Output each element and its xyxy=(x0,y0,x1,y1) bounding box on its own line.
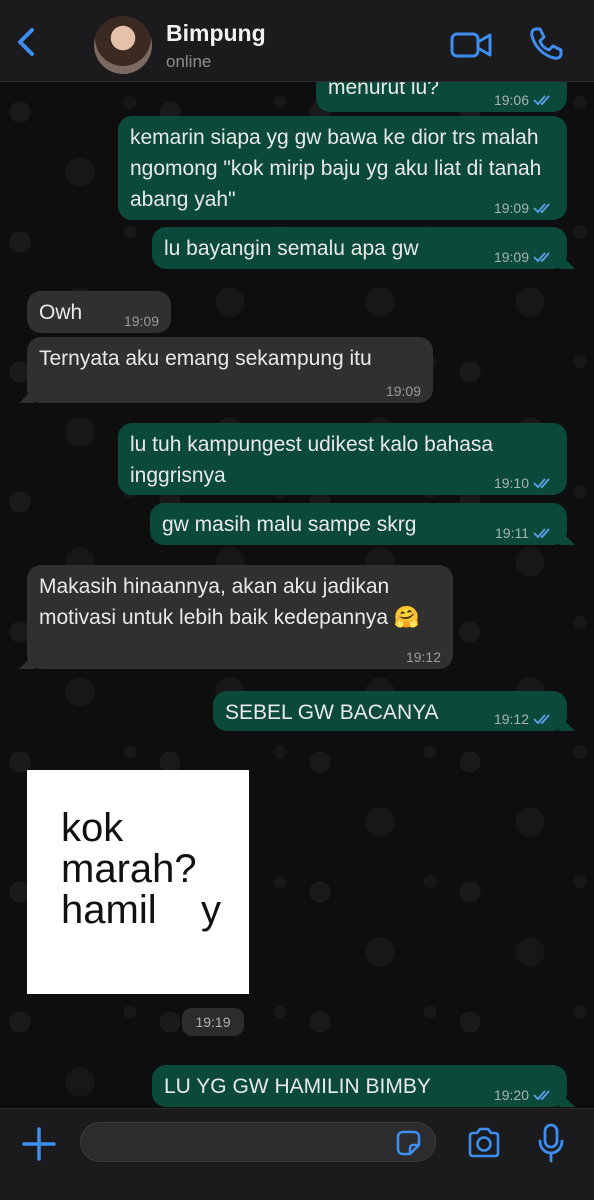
message-time: 19:20 xyxy=(493,1087,529,1103)
message-meta: 19:20 xyxy=(494,1087,555,1103)
message-meta: 19:09 xyxy=(494,200,555,216)
sticker-icon[interactable] xyxy=(394,1129,422,1157)
microphone-icon[interactable] xyxy=(538,1123,564,1163)
message-text: SEBEL GW BACANYA xyxy=(225,701,439,724)
double-check-icon xyxy=(533,528,550,539)
message-bubble-outgoing[interactable]: SEBEL GW BACANYA 19:12 xyxy=(213,691,575,731)
message-text: lu bayangin semalu apa gw xyxy=(164,237,419,260)
message-time: 19:11 xyxy=(495,525,529,541)
message-time: 19:09 xyxy=(493,249,529,265)
message-input[interactable] xyxy=(80,1122,436,1162)
bubble-tail xyxy=(19,653,35,669)
message-time: 19:09 xyxy=(385,383,421,399)
message-meta: 19:09 xyxy=(124,313,159,329)
message-meta: 19:09 xyxy=(494,249,555,265)
chat-header: Bimpung online xyxy=(0,0,594,82)
message-text: Ternyata aku emang sekampung itu xyxy=(39,347,372,370)
message-bubble-incoming[interactable]: Owh 19:09 xyxy=(27,291,171,333)
message-time: 19:09 xyxy=(123,313,159,329)
message-time: 19:12 xyxy=(493,711,529,727)
message-bubble-incoming[interactable]: Ternyata aku emang sekampung itu 19:09 xyxy=(19,337,433,403)
bubble-tail xyxy=(19,387,35,403)
message-meta: 19:10 xyxy=(494,475,555,491)
message-text: LU YG GW HAMILIN BIMBY xyxy=(164,1075,431,1098)
message-bubble-outgoing[interactable]: LU YG GW HAMILIN BIMBY 19:20 xyxy=(152,1065,575,1107)
message-meta: 19:06 xyxy=(494,92,555,108)
contact-status: online xyxy=(166,52,212,71)
message-meta: 19:09 xyxy=(386,383,421,399)
message-list[interactable]: menurut lu? 19:06 kemarin siapa yg gw ba… xyxy=(0,82,594,1108)
message-text: lu tuh kampungest udikest kalo bahasa in… xyxy=(130,433,494,487)
double-check-icon xyxy=(533,95,550,106)
message-meta: 19:12 xyxy=(406,649,441,665)
sticker-caption: kok marah? hamil y xyxy=(61,806,222,932)
message-bubble-outgoing[interactable]: lu tuh kampungest udikest kalo bahasa in… xyxy=(118,423,567,495)
message-time: 19:06 xyxy=(493,92,529,108)
phone-icon[interactable] xyxy=(528,26,564,62)
message-bubble-outgoing[interactable]: gw masih malu sampe skrg 19:11 xyxy=(150,503,575,545)
message-time: 19:10 xyxy=(493,475,529,491)
message-text: gw masih malu sampe skrg xyxy=(162,513,417,536)
message-text: menurut lu? xyxy=(328,82,439,99)
contact-name[interactable]: Bimpung xyxy=(166,20,266,47)
message-time: 19:09 xyxy=(493,200,529,216)
message-text: kemarin siapa yg gw bawa ke dior trs mal… xyxy=(130,126,542,211)
plus-icon[interactable] xyxy=(20,1125,58,1163)
message-text: Owh xyxy=(39,301,83,324)
double-check-icon xyxy=(533,478,550,489)
camera-icon[interactable] xyxy=(466,1127,502,1159)
message-bubble-outgoing[interactable]: menurut lu? 19:06 xyxy=(316,82,567,112)
composer-bar xyxy=(0,1108,594,1200)
double-check-icon xyxy=(533,252,550,263)
message-bubble-outgoing[interactable]: lu bayangin semalu apa gw 19:09 xyxy=(152,227,575,269)
message-bubble-outgoing[interactable]: kemarin siapa yg gw bawa ke dior trs mal… xyxy=(118,116,567,220)
chevron-left-icon[interactable] xyxy=(10,22,42,62)
bubble-tail xyxy=(559,715,575,731)
avatar[interactable] xyxy=(94,16,152,74)
bubble-tail xyxy=(559,529,575,545)
message-text: Makasih hinaannya, akan aku jadikan moti… xyxy=(39,575,421,629)
message-meta: 19:12 xyxy=(494,711,555,727)
video-camera-icon[interactable] xyxy=(450,30,492,60)
message-time: 19:12 xyxy=(405,649,441,665)
sticker-image[interactable]: kok marah? hamil y xyxy=(27,770,249,994)
double-check-icon xyxy=(533,203,550,214)
message-bubble-incoming[interactable]: Makasih hinaannya, akan aku jadikan moti… xyxy=(19,565,453,669)
double-check-icon xyxy=(533,1090,550,1101)
bubble-tail xyxy=(559,253,575,269)
double-check-icon xyxy=(533,714,550,725)
bubble-tail xyxy=(559,1091,575,1107)
message-meta: 19:11 xyxy=(495,525,555,541)
sticker-time: 19:19 xyxy=(182,1008,244,1036)
